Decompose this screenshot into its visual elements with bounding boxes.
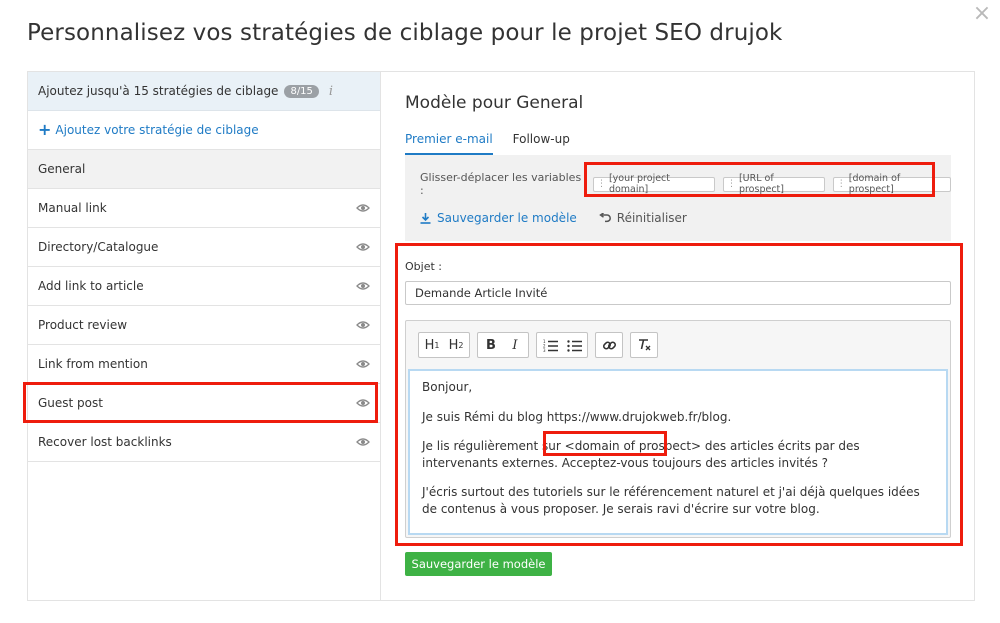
format-group: B I xyxy=(477,332,529,358)
eye-icon[interactable] xyxy=(356,203,370,213)
reset-label: Réinitialiser xyxy=(616,211,687,225)
eye-icon[interactable] xyxy=(356,398,370,408)
strategy-item-label: Recover lost backlinks xyxy=(38,435,172,449)
strategy-item-label: Product review xyxy=(38,318,128,332)
strategy-item-manual-link[interactable]: Manual link xyxy=(28,189,380,228)
email-editor: H1 H2 B I 123 Bonjour, Je suis Rémi du b… xyxy=(405,320,951,538)
eye-icon[interactable] xyxy=(356,320,370,330)
clear-format-group xyxy=(630,332,658,358)
heading-2-button[interactable]: H2 xyxy=(447,335,465,355)
body-text: Je lis régulièrement sur xyxy=(422,439,565,453)
strategy-item-label: Directory/Catalogue xyxy=(38,240,159,254)
plus-icon: + xyxy=(38,120,52,139)
chip-label: [URL of prospect] xyxy=(738,173,784,195)
drag-handle-icon: ⋮ xyxy=(836,179,846,189)
strategy-item-label: Add link to article xyxy=(38,279,144,293)
eye-icon[interactable] xyxy=(356,437,370,447)
eye-icon[interactable] xyxy=(356,281,370,291)
add-strategy-label: Ajoutez votre stratégie de ciblage xyxy=(55,123,259,137)
variable-chip-project-domain[interactable]: ⋮ [your project domain] xyxy=(592,173,715,195)
strategy-item-link-from-mention[interactable]: Link from mention xyxy=(28,345,380,384)
strategy-sidebar: Ajoutez jusqu'à 15 stratégies de ciblage… xyxy=(28,72,381,600)
strategy-item-label: Link from mention xyxy=(38,357,148,371)
variable-chip-url-prospect[interactable]: ⋮ [URL of prospect] xyxy=(722,173,825,195)
strategy-item-general[interactable]: General xyxy=(28,150,380,189)
strategy-item-label: General xyxy=(38,162,86,176)
strategy-item-product-review[interactable]: Product review xyxy=(28,306,380,345)
variable-token-domain-prospect[interactable]: <domain of prospect> xyxy=(565,439,701,453)
variables-row: Glisser-déplacer les variables : ⋮ [your … xyxy=(420,171,952,197)
clear-format-icon xyxy=(638,339,650,351)
modal-title: Personnalisez vos stratégies de ciblage … xyxy=(27,20,783,46)
eye-icon[interactable] xyxy=(356,242,370,252)
link-icon xyxy=(602,340,616,350)
h1-glyph: H xyxy=(424,337,435,353)
variable-chip-domain-prospect[interactable]: ⋮ [domain of prospect] xyxy=(832,173,952,195)
add-strategy-button[interactable]: + Ajoutez votre stratégie de ciblage xyxy=(28,111,380,150)
limit-text: Ajoutez jusqu'à 15 stratégies de ciblage xyxy=(38,84,279,98)
body-paragraph-greeting: Bonjour, xyxy=(422,380,473,394)
drag-handle-icon: ⋮ xyxy=(596,179,606,189)
ordered-list-icon: 123 xyxy=(543,339,558,352)
strategy-item-directory[interactable]: Directory/Catalogue xyxy=(28,228,380,267)
svg-text:3: 3 xyxy=(543,348,546,352)
strategy-item-add-link[interactable]: Add link to article xyxy=(28,267,380,306)
body-paragraph-request: Je lis régulièrement sur <domain of pros… xyxy=(422,438,934,471)
h1-sub: 1 xyxy=(434,340,440,350)
subject-label: Objet : xyxy=(405,260,442,273)
strategy-limit-bar: Ajoutez jusqu'à 15 stratégies de ciblage… xyxy=(28,72,380,111)
strategy-item-label: Guest post xyxy=(38,396,103,410)
download-icon xyxy=(420,212,431,224)
bullet-list-button[interactable] xyxy=(565,335,583,355)
limit-badge: 8/15 xyxy=(284,84,319,98)
link-button[interactable] xyxy=(600,335,618,355)
save-template-button[interactable]: Sauvegarder le modèle xyxy=(405,552,552,576)
italic-button[interactable]: I xyxy=(506,335,524,355)
save-template-link[interactable]: Sauvegarder le modèle xyxy=(420,211,577,225)
link-group xyxy=(595,332,623,358)
info-icon[interactable]: i xyxy=(329,84,333,99)
close-icon[interactable]: × xyxy=(972,3,992,25)
clear-format-button[interactable] xyxy=(635,335,653,355)
chip-label: [your project domain] xyxy=(608,173,670,195)
heading-group: H1 H2 xyxy=(418,332,470,358)
body-paragraph-closing: J'écris surtout des tutoriels sur le réf… xyxy=(422,485,920,516)
ordered-list-button[interactable]: 123 xyxy=(541,335,559,355)
chip-label: [domain of prospect] xyxy=(848,173,901,195)
save-template-label: Sauvegarder le modèle xyxy=(437,211,577,225)
list-group: 123 xyxy=(536,332,588,358)
editor-toolbar: H1 H2 B I 123 xyxy=(406,321,950,369)
reset-link[interactable]: Réinitialiser xyxy=(598,211,687,225)
variables-box: Glisser-déplacer les variables : ⋮ [your … xyxy=(405,155,952,241)
strategy-item-recover-backlinks[interactable]: Recover lost backlinks xyxy=(28,423,380,462)
variables-label: Glisser-déplacer les variables : xyxy=(420,171,582,197)
template-title: Modèle pour General xyxy=(405,93,584,113)
undo-icon xyxy=(598,213,611,223)
subject-input[interactable] xyxy=(405,281,951,305)
strategy-item-guest-post[interactable]: Guest post xyxy=(28,384,380,423)
template-editor-panel: Modèle pour General Premier e-mail Follo… xyxy=(382,72,974,600)
strategy-panel: Ajoutez jusqu'à 15 stratégies de ciblage… xyxy=(27,71,975,601)
email-body[interactable]: Bonjour, Je suis Rémi du blog https://ww… xyxy=(408,369,948,535)
body-paragraph-intro: Je suis Rémi du blog https://www.drujokw… xyxy=(422,409,732,424)
strategy-item-label: Manual link xyxy=(38,201,107,215)
eye-icon[interactable] xyxy=(356,359,370,369)
bold-button[interactable]: B xyxy=(482,335,500,355)
heading-1-button[interactable]: H1 xyxy=(423,335,441,355)
tab-premier-email[interactable]: Premier e-mail xyxy=(405,132,493,155)
h2-sub: 2 xyxy=(458,340,464,350)
h2-glyph: H xyxy=(448,337,459,353)
drag-handle-icon: ⋮ xyxy=(726,179,736,189)
tab-follow-up[interactable]: Follow-up xyxy=(513,132,570,155)
email-tabs: Premier e-mail Follow-up xyxy=(405,132,570,155)
template-actions: Sauvegarder le modèle Réinitialiser xyxy=(420,211,687,225)
bullet-list-icon xyxy=(566,339,582,352)
